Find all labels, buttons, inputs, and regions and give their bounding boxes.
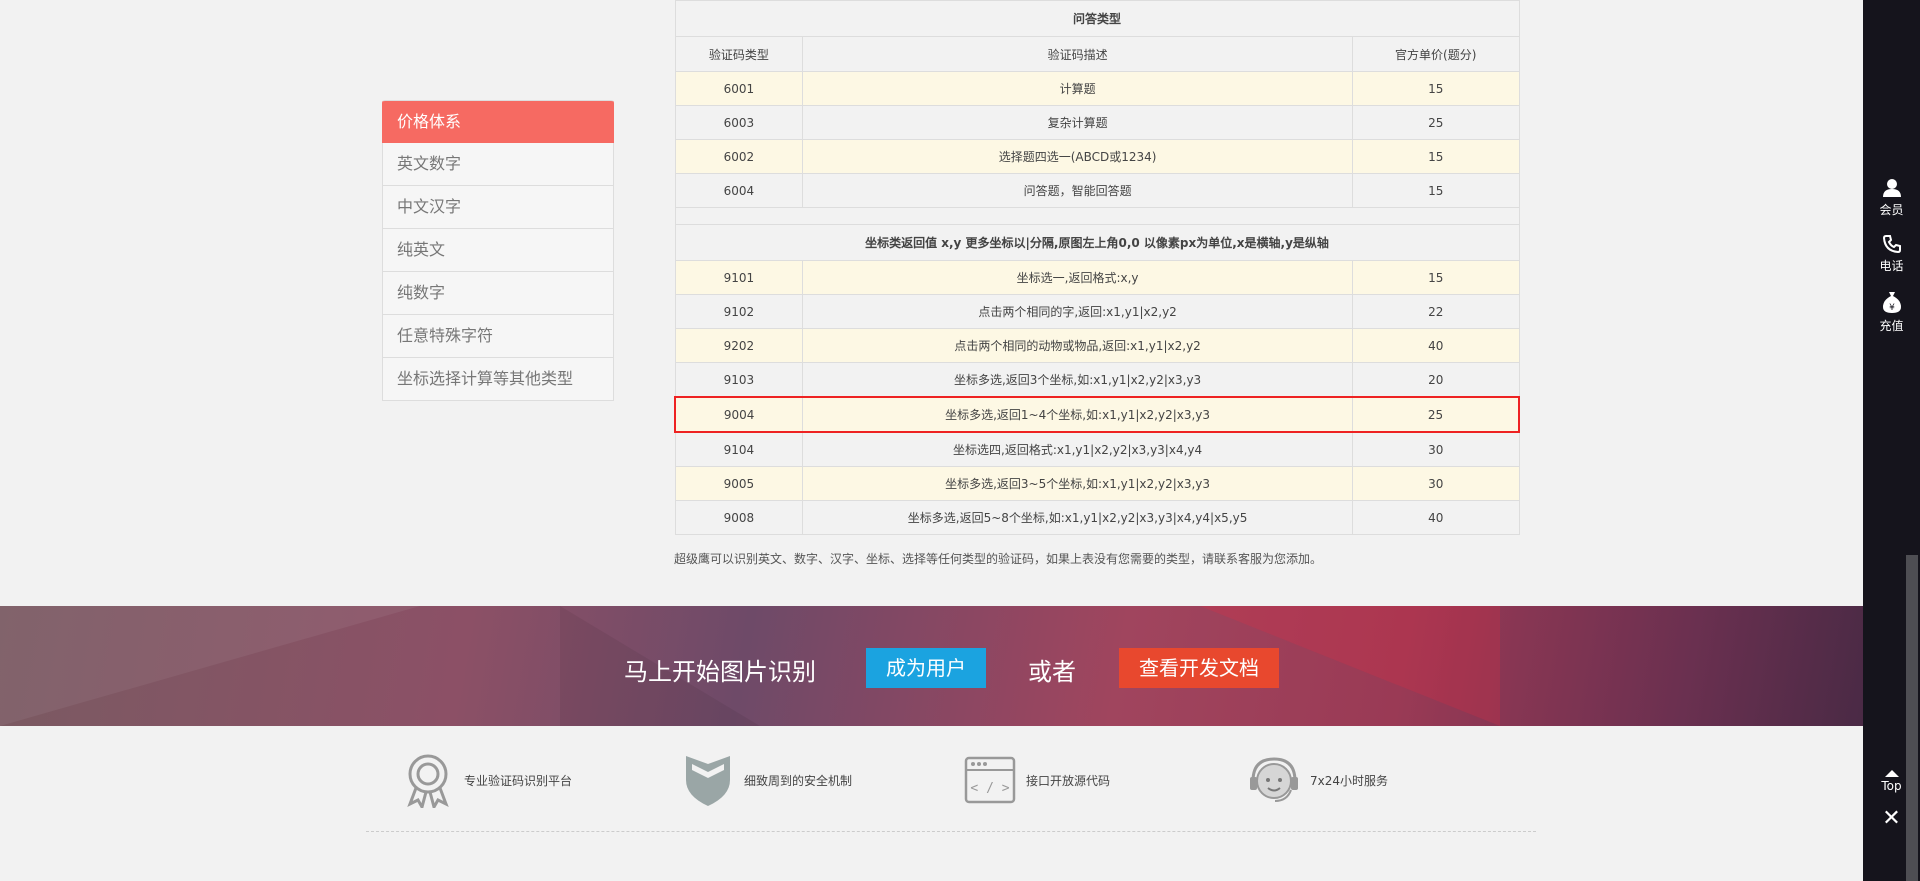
table-row: 9005 坐标多选,返回3~5个坐标,如:x1,y1|x2,y2|x3,y3 3…: [674, 466, 1520, 501]
cell-price: 15: [1351, 71, 1520, 106]
sidebar-item-special-chars[interactable]: 任意特殊字符: [382, 315, 614, 358]
table-row: 6001 计算题 15: [674, 71, 1520, 106]
sidebar-item-chinese[interactable]: 中文汉字: [382, 186, 614, 229]
cell-price: 30: [1351, 431, 1520, 467]
cell-type: 6002: [674, 139, 804, 174]
cell-desc: 点击两个相同的动物或物品,返回:x1,y1|x2,y2: [802, 328, 1353, 363]
cell-type: 9103: [674, 362, 804, 398]
cell-price: 15: [1351, 260, 1520, 295]
col-header-type: 验证码类型: [674, 36, 804, 72]
user-icon: [1882, 179, 1901, 197]
cell-type: 9102: [674, 294, 804, 329]
rail-phone[interactable]: 电话: [1863, 234, 1920, 274]
cell-price: 30: [1351, 466, 1520, 501]
feature-label: 专业验证码识别平台: [464, 773, 573, 788]
col-header-desc: 验证码描述: [802, 36, 1353, 72]
sidebar-item-coordinate[interactable]: 坐标选择计算等其他类型: [382, 358, 614, 401]
feature-item: < / > 接口开放源代码: [962, 752, 1110, 808]
award-icon: [400, 752, 456, 808]
table-row: 9101 坐标选一,返回格式:x,y 15: [674, 260, 1520, 295]
rail-phone-label: 电话: [1879, 259, 1904, 273]
sidebar-item-pure-english[interactable]: 纯英文: [382, 229, 614, 272]
cell-desc: 坐标多选,返回1~4个坐标,如:x1,y1|x2,y2|x3,y3: [802, 396, 1353, 433]
col-header-price: 官方单价(题分): [1351, 36, 1520, 72]
cell-type: 9008: [674, 500, 804, 535]
cell-desc: 复杂计算题: [802, 105, 1353, 140]
cell-type: 9005: [674, 466, 804, 501]
rail-member[interactable]: 会员: [1863, 178, 1920, 218]
cell-desc: 坐标多选,返回5~8个坐标,如:x1,y1|x2,y2|x3,y3|x4,y4|…: [802, 500, 1353, 535]
support-headset-icon: [1246, 752, 1302, 808]
cell-price: 15: [1351, 173, 1520, 208]
cell-price: 25: [1351, 105, 1520, 140]
scrollbar-thumb[interactable]: [1906, 555, 1918, 881]
cell-type: 6001: [674, 71, 804, 106]
svg-text:¥: ¥: [1889, 303, 1895, 313]
phone-icon: [1882, 235, 1901, 254]
feature-item: 专业验证码识别平台: [400, 752, 572, 808]
feature-item: 细致周到的安全机制: [680, 752, 852, 808]
docs-button[interactable]: 查看开发文档: [1119, 648, 1279, 688]
rail-member-label: 会员: [1879, 203, 1904, 217]
table-row: 6004 问答题，智能回答题 15: [674, 173, 1520, 208]
price-table-wrap: 问答类型 验证码类型 验证码描述 官方单价(题分) 6001 计算题 15 60…: [674, 0, 1520, 535]
sidebar-item-pure-digits[interactable]: 纯数字: [382, 272, 614, 315]
table-row-highlighted: 9004 坐标多选,返回1~4个坐标,如:x1,y1|x2,y2|x3,y3 2…: [674, 396, 1520, 433]
cell-type: 9104: [674, 431, 804, 467]
cell-type: 9004: [674, 396, 804, 433]
cell-desc: 坐标多选,返回3~5个坐标,如:x1,y1|x2,y2|x3,y3: [802, 466, 1353, 501]
cell-desc: 坐标选一,返回格式:x,y: [802, 260, 1353, 295]
section-title-qa: 问答类型: [674, 0, 1520, 37]
cell-price: 15: [1351, 139, 1520, 174]
cell-desc: 坐标多选,返回3个坐标,如:x1,y1|x2,y2|x3,y3: [802, 362, 1353, 398]
cell-price: 25: [1351, 396, 1520, 433]
register-button[interactable]: 成为用户: [866, 648, 986, 688]
cell-price: 20: [1351, 362, 1520, 398]
table-row: 9008 坐标多选,返回5~8个坐标,如:x1,y1|x2,y2|x3,y3|x…: [674, 500, 1520, 535]
cell-price: 22: [1351, 294, 1520, 329]
sidebar-item-pricing[interactable]: 价格体系: [382, 100, 614, 143]
feature-label: 7x24小时服务: [1310, 773, 1389, 788]
cell-price: 40: [1351, 328, 1520, 363]
feature-label: 细致周到的安全机制: [744, 773, 853, 788]
rail-recharge[interactable]: ¥ 充值: [1863, 290, 1920, 334]
cell-desc: 问答题，智能回答题: [802, 173, 1353, 208]
banner-decor: [0, 606, 420, 726]
table-row: 9104 坐标选四,返回格式:x1,y1|x2,y2|x3,y3|x4,y4 3…: [674, 431, 1520, 467]
cell-price: 40: [1351, 500, 1520, 535]
rail-recharge-label: 充值: [1879, 319, 1904, 333]
cell-type: 9101: [674, 260, 804, 295]
price-sidebar: 价格体系 英文数字 中文汉字 纯英文 纯数字 任意特殊字符 坐标选择计算等其他类…: [382, 100, 614, 401]
spacer-cell: [674, 207, 1520, 225]
cell-type: 6004: [674, 173, 804, 208]
sidebar-item-english-digits[interactable]: 英文数字: [382, 143, 614, 186]
table-row: 6003 复杂计算题 25: [674, 105, 1520, 140]
cell-desc: 点击两个相同的字,返回:x1,y1|x2,y2: [802, 294, 1353, 329]
table-note: 超级鹰可以识别英文、数字、汉字、坐标、选择等任何类型的验证码，如果上表没有您需要…: [674, 552, 1323, 566]
price-table: 问答类型 验证码类型 验证码描述 官方单价(题分) 6001 计算题 15 60…: [674, 0, 1520, 535]
footer-divider: [366, 831, 1536, 832]
banner-title: 马上开始图片识别: [624, 658, 816, 686]
cta-banner: 马上开始图片识别 成为用户 或者 查看开发文档: [0, 606, 1863, 726]
table-spacer: [674, 207, 1520, 225]
section-title-coordinate: 坐标类返回值 x,y 更多坐标以|分隔,原图左上角0,0 以像素px为单位,x是…: [674, 224, 1520, 261]
feature-item: 7x24小时服务: [1246, 752, 1388, 808]
shield-icon: [680, 752, 736, 808]
table-row: 9202 点击两个相同的动物或物品,返回:x1,y1|x2,y2 40: [674, 328, 1520, 363]
feature-label: 接口开放源代码: [1026, 773, 1111, 788]
cell-desc: 坐标选四,返回格式:x1,y1|x2,y2|x3,y3|x4,y4: [802, 431, 1353, 467]
cell-type: 6003: [674, 105, 804, 140]
arrow-up-icon: [1884, 770, 1899, 777]
table-row: 9102 点击两个相同的字,返回:x1,y1|x2,y2 22: [674, 294, 1520, 329]
table-row: 6002 选择题四选一(ABCD或1234) 15: [674, 139, 1520, 174]
money-bag-icon: ¥: [1882, 292, 1901, 313]
svg-text:< / >: < / >: [970, 781, 1009, 796]
cell-desc: 计算题: [802, 71, 1353, 106]
cell-type: 9202: [674, 328, 804, 363]
banner-or-text: 或者: [1028, 658, 1076, 686]
cell-desc: 选择题四选一(ABCD或1234): [802, 139, 1353, 174]
table-row: 9103 坐标多选,返回3个坐标,如:x1,y1|x2,y2|x3,y3 20: [674, 362, 1520, 398]
code-window-icon: < / >: [962, 752, 1018, 808]
